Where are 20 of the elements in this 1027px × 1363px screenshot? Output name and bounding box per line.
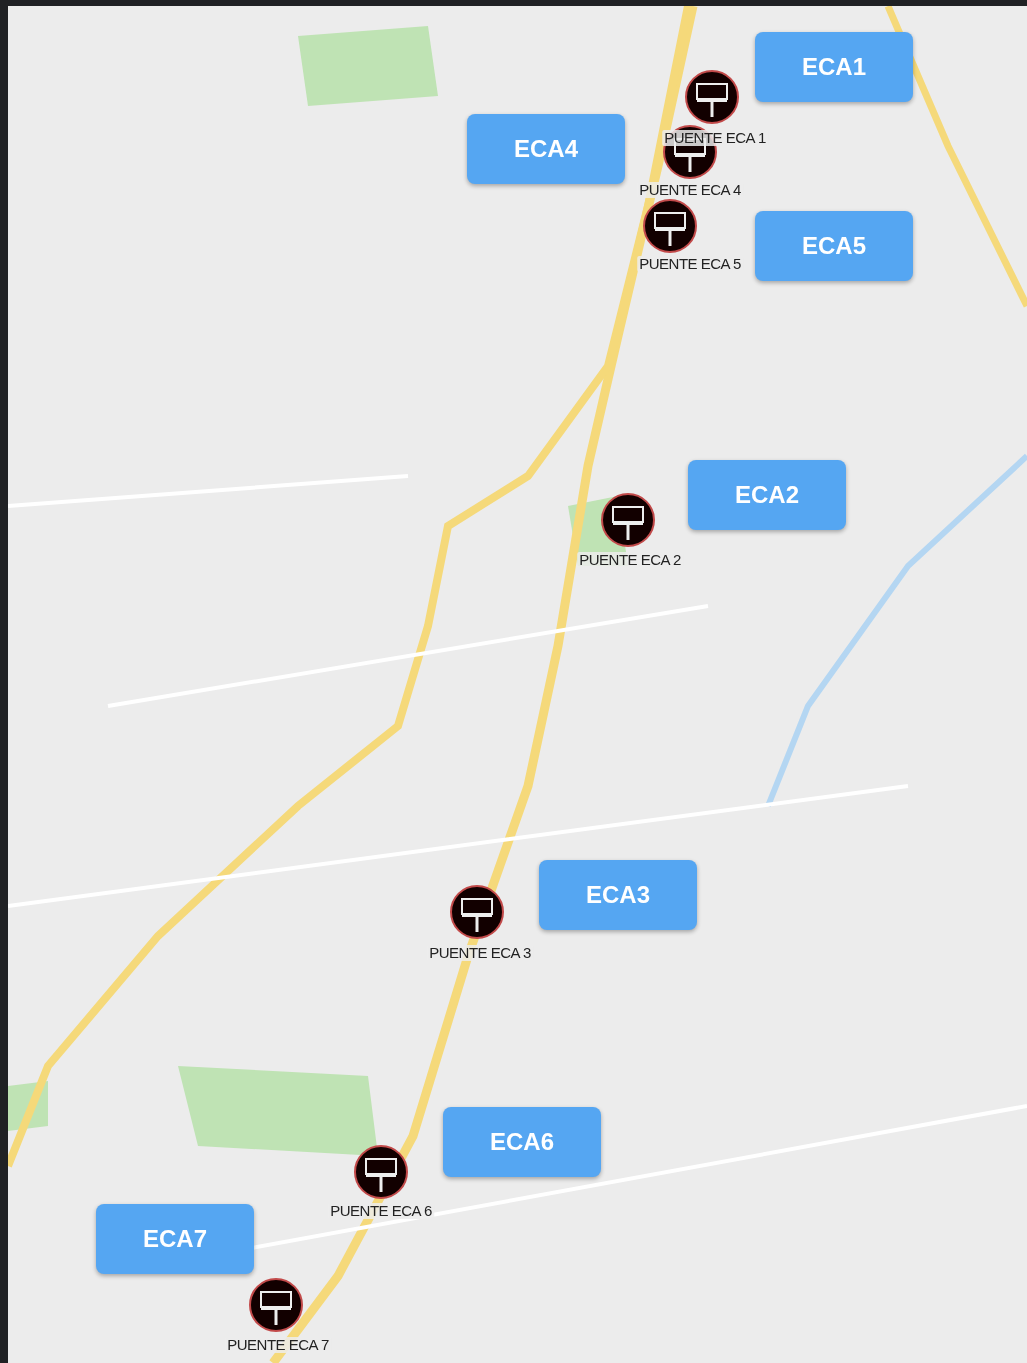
billboard-pin-icon[interactable] <box>642 198 698 254</box>
billboard-pin-icon[interactable] <box>449 884 505 940</box>
marker-label: PUENTE ECA 1 <box>662 130 768 146</box>
marker-label: PUENTE ECA 3 <box>427 945 533 961</box>
marker-label: PUENTE ECA 2 <box>577 552 683 568</box>
billboard-pin-icon[interactable] <box>248 1277 304 1333</box>
station-button[interactable]: ECA6 <box>443 1107 601 1177</box>
station-button[interactable]: ECA5 <box>755 211 913 281</box>
station-button[interactable]: ECA7 <box>96 1204 254 1274</box>
station-button[interactable]: ECA2 <box>688 460 846 530</box>
billboard-pin-icon[interactable] <box>684 69 740 125</box>
marker-label: PUENTE ECA 5 <box>637 256 743 272</box>
station-button[interactable]: ECA3 <box>539 860 697 930</box>
station-button[interactable]: ECA4 <box>467 114 625 184</box>
billboard-pin-icon[interactable] <box>353 1144 409 1200</box>
station-button[interactable]: ECA1 <box>755 32 913 102</box>
marker-label: PUENTE ECA 7 <box>225 1337 331 1353</box>
marker-label: PUENTE ECA 6 <box>328 1203 434 1219</box>
billboard-pin-icon[interactable] <box>600 492 656 548</box>
marker-label: PUENTE ECA 4 <box>637 182 743 198</box>
